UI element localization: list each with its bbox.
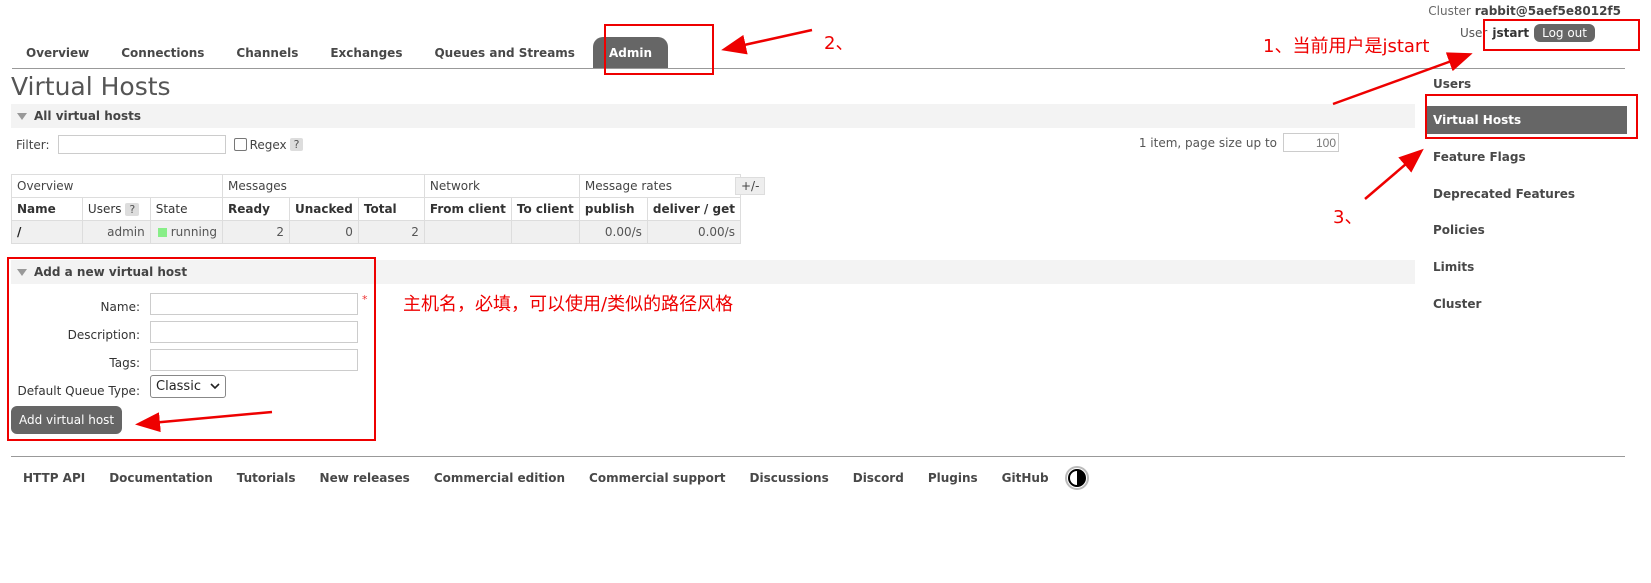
arrow-to-add-button	[135, 410, 273, 433]
arrow-to-user	[1332, 52, 1473, 106]
arrow-to-admin-tab	[721, 28, 813, 55]
arrow-to-virtual-hosts	[1364, 148, 1424, 200]
annotation-arrows	[135, 28, 1473, 433]
